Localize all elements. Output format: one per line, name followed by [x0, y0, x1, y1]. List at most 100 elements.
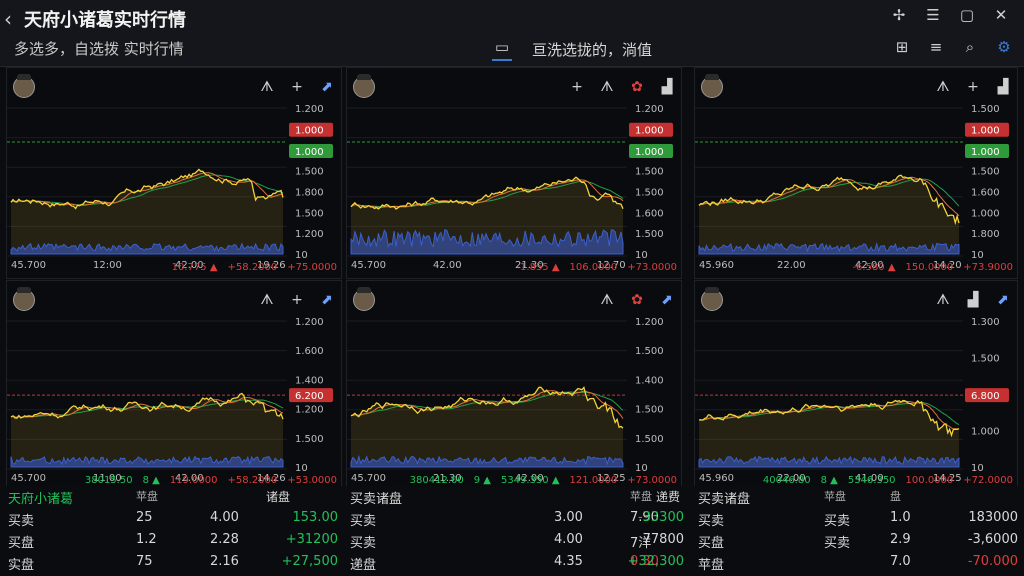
svg-text:1.000: 1.000 — [971, 147, 1000, 158]
search-icon[interactable]: ⌕ — [960, 38, 980, 56]
chart-panel[interactable]: ᗑ ✿ ⬈ 1.200 1.500 1.400 1.500 1.500 10 45.700 21.3… — [346, 280, 682, 492]
book-icon[interactable]: ⊞ — [892, 38, 912, 56]
chat-icon[interactable]: ▢ — [950, 6, 984, 24]
panel-tools: ᗑ ▟ ⬈ — [935, 292, 1011, 308]
y-tick-label: 1.000 — [971, 208, 1000, 219]
ping-icon[interactable]: ᗑ — [599, 292, 615, 308]
y-tick-label: 10 — [295, 463, 308, 474]
panel-header: ᗑ ▟ ⬈ — [695, 281, 1017, 315]
stats-label: 递盘 — [350, 558, 377, 573]
stats-title: 买卖诸盘 — [698, 492, 751, 507]
pin-icon[interactable]: ✢ — [882, 6, 916, 24]
stats-value: 2.28 — [210, 532, 239, 547]
chart-icon[interactable]: ▟ — [995, 79, 1011, 95]
chart-panel[interactable]: ᗑ + ▟ 1.500 1.000 1.000 1.500 1.600 1.000 1.800 10… — [694, 67, 1018, 279]
y-tick-label: 1.500 — [635, 405, 664, 416]
stats-label: 苹盘 — [698, 558, 725, 573]
plus-icon[interactable]: + — [965, 79, 981, 95]
y-tick-label: 1.500 — [971, 104, 1000, 115]
footer-value: -1.855 ▲ — [516, 262, 560, 273]
toolbar: ⊞ ≡ ⌕ ⚙ — [892, 38, 1014, 56]
stats-value: 2.9 — [890, 532, 911, 547]
flower-icon[interactable]: ✿ — [629, 292, 645, 308]
ping-icon[interactable]: ᗑ — [935, 79, 951, 95]
trend-icon[interactable]: ⬈ — [319, 79, 335, 95]
stats-value: 4.00 — [554, 532, 583, 547]
settings-icon[interactable]: ⚙ — [994, 38, 1014, 56]
avatar — [13, 74, 35, 98]
stats-col-label: 苹盘 — [136, 490, 158, 503]
close-icon[interactable]: ✕ — [984, 6, 1018, 24]
svg-text:1.000: 1.000 — [295, 147, 324, 158]
stats-change: -70.000 — [967, 554, 1018, 569]
panel-tools: ᗑ + ⬈ — [259, 292, 335, 308]
plus-icon[interactable]: + — [289, 79, 305, 95]
stats-row: 买盘 1.2 2.28 +31200 — [0, 532, 344, 552]
avatar — [701, 287, 723, 311]
price-chart[interactable]: 1.2001.0001.8001.5001.8001.5001.2001045.… — [7, 102, 343, 278]
price-chart[interactable]: 1.3001.5001.2001.0001045.96022.0041.0014… — [695, 315, 1019, 491]
center-tab[interactable]: ▭ 亘洗选拢的，淌值 — [492, 38, 652, 61]
stats-col-label: 盘 — [890, 490, 901, 503]
price-chart[interactable]: 1.2001.5001.4001.5001.5001045.700 21.30 42… — [347, 315, 683, 491]
stats-change: +27,500 — [281, 554, 338, 569]
stats-label: 买卖 — [698, 514, 725, 529]
trend-icon[interactable]: ⬈ — [995, 292, 1011, 308]
y-tick-label: 1.200 — [295, 229, 324, 240]
footer-value: 106.0000 — [569, 262, 618, 273]
footer-value: +73.9000 — [963, 262, 1013, 273]
price-chart[interactable]: 1.2001.6001.4001.2001.5001045.700 11.00 42… — [7, 315, 343, 491]
flower-icon[interactable]: ✿ — [629, 79, 645, 95]
list-icon[interactable]: ☰ — [916, 6, 950, 24]
stats-label: 买卖 — [8, 514, 35, 529]
chart-panel[interactable]: ᗑ + ⬈ 1.200 1.600 1.400 1.200 1.500 10 45.700 11.0… — [6, 280, 342, 492]
y-tick-label: 1.200 — [635, 104, 664, 115]
svg-text:6.200: 6.200 — [295, 391, 324, 402]
panel-footer: 10.775 ▲ +58.2000 +75.0000 — [11, 262, 337, 276]
trend-icon[interactable]: ⬈ — [319, 292, 335, 308]
plus-icon[interactable]: + — [569, 79, 585, 95]
chart-icon[interactable]: ▟ — [965, 292, 981, 308]
ping-icon[interactable]: ᗑ — [259, 79, 275, 95]
stats-table: 买卖诸盘 苹盘盘买卖 买卖 1.0 183000 买盘 买卖 2.9 -3,6000 苹盘 7.0-… — [694, 486, 1024, 576]
stats-title: 买卖诸盘 — [350, 492, 403, 507]
panel-tools: ᗑ + ▟ — [935, 79, 1011, 95]
back-icon[interactable]: ‹ — [4, 7, 20, 31]
price-chart[interactable]: 1.5001.0001.0001.5001.6001.0001.8001045.… — [695, 102, 1019, 278]
y-tick-label: 1.500 — [635, 346, 664, 357]
ping-icon[interactable]: ᗑ — [599, 79, 615, 95]
chart-icon[interactable]: ▟ — [659, 79, 675, 95]
chart-panel[interactable]: ᗑ+⬈1.2001.0001.8001.5001.8001.5001.20010… — [6, 67, 342, 279]
price-chart[interactable]: 1.2001.0001.5001.5001.5001.6001.5001045.… — [347, 102, 683, 278]
stats-change: +32,300 — [627, 554, 684, 569]
svg-text:1.000: 1.000 — [635, 126, 664, 137]
stats-value: 75 — [136, 554, 153, 569]
comment-icon[interactable]: ▭ — [492, 38, 512, 61]
footer-value: -6.580 ▲ — [852, 262, 896, 273]
panel-header: ᗑ + ⬈ — [7, 281, 341, 315]
y-tick-label: 1.500 — [971, 167, 1000, 178]
ping-icon[interactable]: ᗑ — [935, 292, 951, 308]
price-area — [11, 393, 283, 467]
panel-tools: ᗑ ✿ ⬈ — [599, 292, 675, 308]
stats-row: 买卖 25 4.00 153.00 — [0, 510, 344, 530]
chart-panel[interactable]: ᗑ ▟ ⬈ 1.3001.5001.2001.0001045.96022.0041.0… — [694, 280, 1018, 492]
plus-icon[interactable]: + — [289, 292, 305, 308]
stats-row: 买卖 4.00 7洋 77800 — [346, 532, 690, 552]
center-tab-label[interactable]: 亘洗选拢的，淌值 — [532, 39, 652, 60]
footer-value: +75.0000 — [287, 262, 337, 273]
ping-icon[interactable]: ᗑ — [259, 292, 275, 308]
price-badge-green: 1.000 — [629, 144, 673, 159]
y-tick-label: 1.300 — [971, 317, 1000, 328]
stats-value: 25 — [136, 510, 153, 525]
y-tick-label: 1.600 — [971, 187, 1000, 198]
price-badge-red: 6.200 — [289, 388, 333, 403]
filter-icon[interactable]: ≡ — [926, 38, 946, 56]
stats-change: 183000 — [968, 510, 1018, 525]
price-badge-red: 1.000 — [965, 122, 1009, 137]
price-badge-red: 1.000 — [289, 122, 333, 137]
trend-icon[interactable]: ⬈ — [659, 292, 675, 308]
y-tick-label: 1.500 — [635, 434, 664, 445]
chart-panel[interactable]: +ᗑ✿▟1.2001.0001.5001.5001.5001.6001.5001… — [346, 67, 682, 279]
price-badge-red: 6.800 — [965, 388, 1009, 403]
